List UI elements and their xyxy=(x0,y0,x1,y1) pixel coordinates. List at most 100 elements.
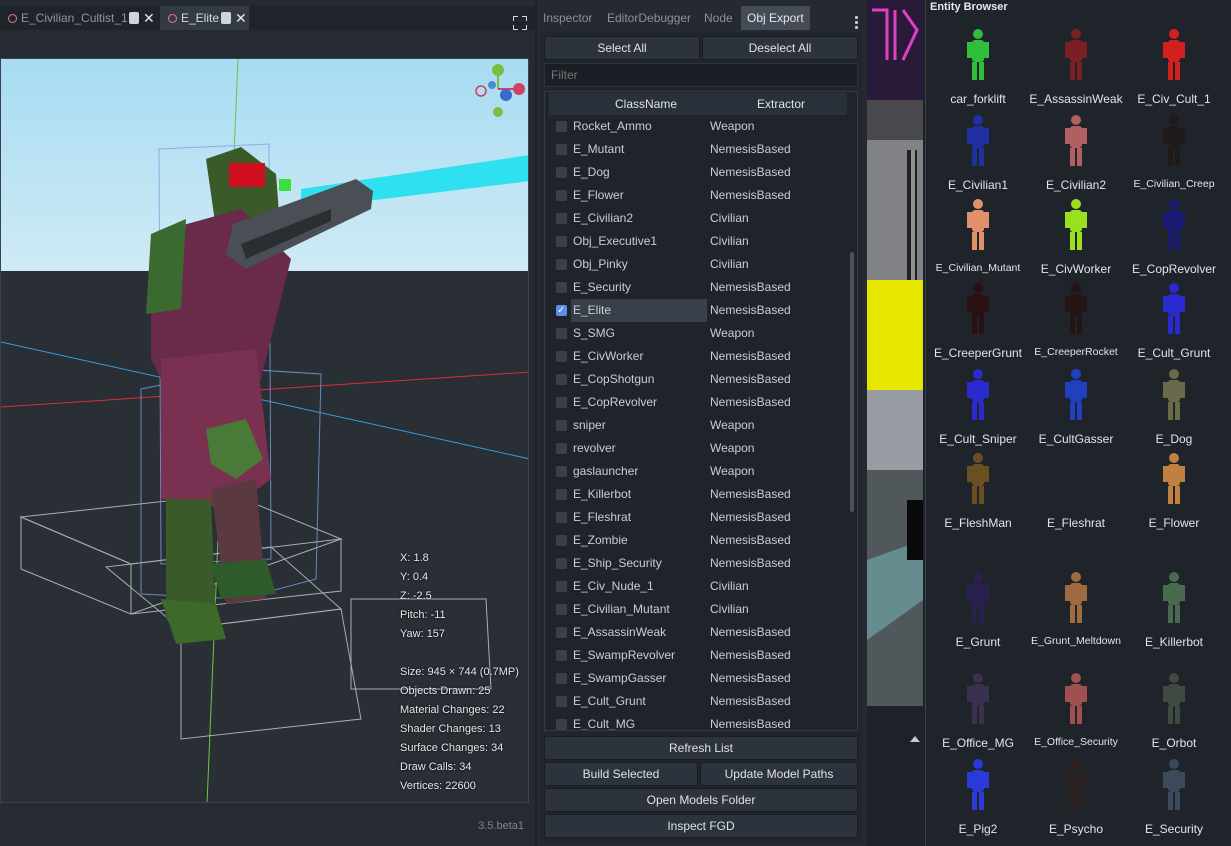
row-checkbox[interactable] xyxy=(556,190,567,201)
list-item[interactable]: E_Civ_Nude_1 Civilian xyxy=(545,575,845,598)
row-extractor: NemesisBased xyxy=(710,303,791,317)
entity-thumbnail xyxy=(967,283,989,334)
entity-thumbnail xyxy=(1163,115,1185,166)
entity-thumbnail xyxy=(1163,673,1185,724)
tab-editor-debugger[interactable]: EditorDebugger xyxy=(601,6,697,30)
filter-input[interactable] xyxy=(544,63,858,87)
deselect-all-button[interactable]: Deselect All xyxy=(702,36,858,60)
stat-draw-calls: Draw Calls: 34 xyxy=(400,761,472,773)
list-item[interactable]: revolver Weapon xyxy=(545,437,845,460)
list-item[interactable]: E_Fleshrat NemesisBased xyxy=(545,506,845,529)
list-item[interactable]: E_Cult_Grunt NemesisBased xyxy=(545,690,845,713)
row-checkbox[interactable] xyxy=(556,282,567,293)
row-checkbox[interactable] xyxy=(556,121,567,132)
tab-obj-export[interactable]: Obj Export xyxy=(741,6,810,30)
list-item[interactable]: E_SwampGasser NemesisBased xyxy=(545,667,845,690)
open-models-folder-button[interactable]: Open Models Folder xyxy=(544,788,858,812)
row-checkbox[interactable] xyxy=(556,535,567,546)
row-checkbox[interactable] xyxy=(556,397,567,408)
list-item[interactable]: E_Zombie NemesisBased xyxy=(545,529,845,552)
3d-viewport[interactable]: X: 1.8 Y: 0.4 Z: -2.5 Pitch: -11 Yaw: 15… xyxy=(0,58,529,803)
list-item[interactable]: E_Killerbot NemesisBased xyxy=(545,483,845,506)
row-checkbox[interactable] xyxy=(556,696,567,707)
update-model-paths-button[interactable]: Update Model Paths xyxy=(700,762,858,786)
close-icon[interactable]: ✕ xyxy=(143,6,155,30)
entity-label: E_CreeperRocket xyxy=(1034,346,1118,358)
list-item[interactable]: E_Security NemesisBased xyxy=(545,276,845,299)
close-icon[interactable]: ✕ xyxy=(235,6,247,30)
tab-node[interactable]: Node xyxy=(698,6,739,30)
row-checkbox[interactable] xyxy=(556,374,567,385)
stat-size: Size: 945 × 744 (0.7MP) xyxy=(400,666,519,678)
list-item[interactable]: E_Dog NemesisBased xyxy=(545,161,845,184)
row-checkbox[interactable] xyxy=(556,581,567,592)
row-checkbox[interactable] xyxy=(556,259,567,270)
entity-thumbnail xyxy=(967,369,989,420)
row-checkbox[interactable] xyxy=(556,719,567,730)
tab-inspector[interactable]: Inspector xyxy=(537,6,598,30)
list-scrollbar[interactable] xyxy=(850,252,854,512)
list-item[interactable]: E_SwampRevolver NemesisBased xyxy=(545,644,845,667)
list-item[interactable]: E_Flower NemesisBased xyxy=(545,184,845,207)
entity-class-list[interactable]: ClassName Extractor Rocket_Ammo Weapon E_M… xyxy=(544,91,858,731)
row-extractor: Civilian xyxy=(710,234,749,248)
list-item[interactable]: gaslauncher Weapon xyxy=(545,460,845,483)
row-checkbox[interactable] xyxy=(556,558,567,569)
entity-label: E_Orbot xyxy=(1151,736,1197,750)
row-checkbox[interactable] xyxy=(556,144,567,155)
script-icon[interactable] xyxy=(221,12,231,24)
script-icon[interactable] xyxy=(129,12,139,24)
scene-tab-elite[interactable]: E_Elite ✕ xyxy=(160,6,249,30)
stat-materials: Material Changes: 22 xyxy=(400,704,505,716)
classname-column-header[interactable]: ClassName xyxy=(615,93,677,115)
row-extractor: NemesisBased xyxy=(710,487,791,501)
entity-label: E_Pig2 xyxy=(958,822,998,836)
list-item[interactable]: sniper Weapon xyxy=(545,414,845,437)
row-checkbox[interactable] xyxy=(556,420,567,431)
list-item[interactable]: Rocket_Ammo Weapon xyxy=(545,115,845,138)
entity-thumbnail xyxy=(1065,369,1087,420)
refresh-list-button[interactable]: Refresh List xyxy=(544,736,858,760)
entity-label: E_Civilian_Mutant xyxy=(935,262,1021,274)
row-checkbox[interactable] xyxy=(556,466,567,477)
list-item[interactable]: E_Ship_Security NemesisBased xyxy=(545,552,845,575)
list-item[interactable]: E_Cult_MG NemesisBased xyxy=(545,713,845,730)
extractor-column-header[interactable]: Extractor xyxy=(757,93,805,115)
row-checkbox[interactable] xyxy=(556,213,567,224)
list-item[interactable]: E_CopShotgun NemesisBased xyxy=(545,368,845,391)
list-item[interactable]: Obj_Pinky Civilian xyxy=(545,253,845,276)
inspect-fgd-button[interactable]: Inspect FGD xyxy=(544,814,858,838)
distraction-free-icon[interactable] xyxy=(513,16,527,30)
select-all-button[interactable]: Select All xyxy=(544,36,700,60)
entity-label: E_Office_MG xyxy=(942,736,1014,750)
row-checkbox[interactable] xyxy=(556,236,567,247)
build-selected-button[interactable]: Build Selected xyxy=(544,762,698,786)
list-item[interactable]: E_EliteNemesisBased xyxy=(545,299,845,322)
row-checkbox[interactable] xyxy=(556,443,567,454)
list-item[interactable]: E_CivWorker NemesisBased xyxy=(545,345,845,368)
row-checkbox[interactable] xyxy=(556,299,567,322)
row-checkbox[interactable] xyxy=(556,512,567,523)
scroll-up-icon[interactable] xyxy=(910,736,920,742)
row-checkbox[interactable] xyxy=(556,351,567,362)
list-item[interactable]: E_Civilian_Mutant Civilian xyxy=(545,598,845,621)
list-item[interactable]: E_Mutant NemesisBased xyxy=(545,138,845,161)
row-checkbox[interactable] xyxy=(556,604,567,615)
row-checkbox[interactable] xyxy=(556,328,567,339)
row-extractor: NemesisBased xyxy=(710,165,791,179)
list-item[interactable]: E_CopRevolver NemesisBased xyxy=(545,391,845,414)
row-checkbox[interactable] xyxy=(556,627,567,638)
list-item[interactable]: Obj_Executive1 Civilian xyxy=(545,230,845,253)
list-item[interactable]: E_AssassinWeak NemesisBased xyxy=(545,621,845,644)
dock-menu-icon[interactable] xyxy=(855,16,858,31)
row-checkbox[interactable] xyxy=(556,489,567,500)
row-checkbox[interactable] xyxy=(556,673,567,684)
entity-label: E_Security xyxy=(1144,822,1204,836)
list-item[interactable]: E_Civilian2 Civilian xyxy=(545,207,845,230)
row-checkbox[interactable] xyxy=(556,167,567,178)
row-checkbox[interactable] xyxy=(556,650,567,661)
scene-tab-label: E_Civilian_Cultist_1 xyxy=(21,11,128,25)
scene-tab-civilian-cultist[interactable]: E_Civilian_Cultist_1 ✕ xyxy=(0,6,158,30)
entity-thumbnail xyxy=(1163,369,1185,420)
list-item[interactable]: S_SMG Weapon xyxy=(545,322,845,345)
